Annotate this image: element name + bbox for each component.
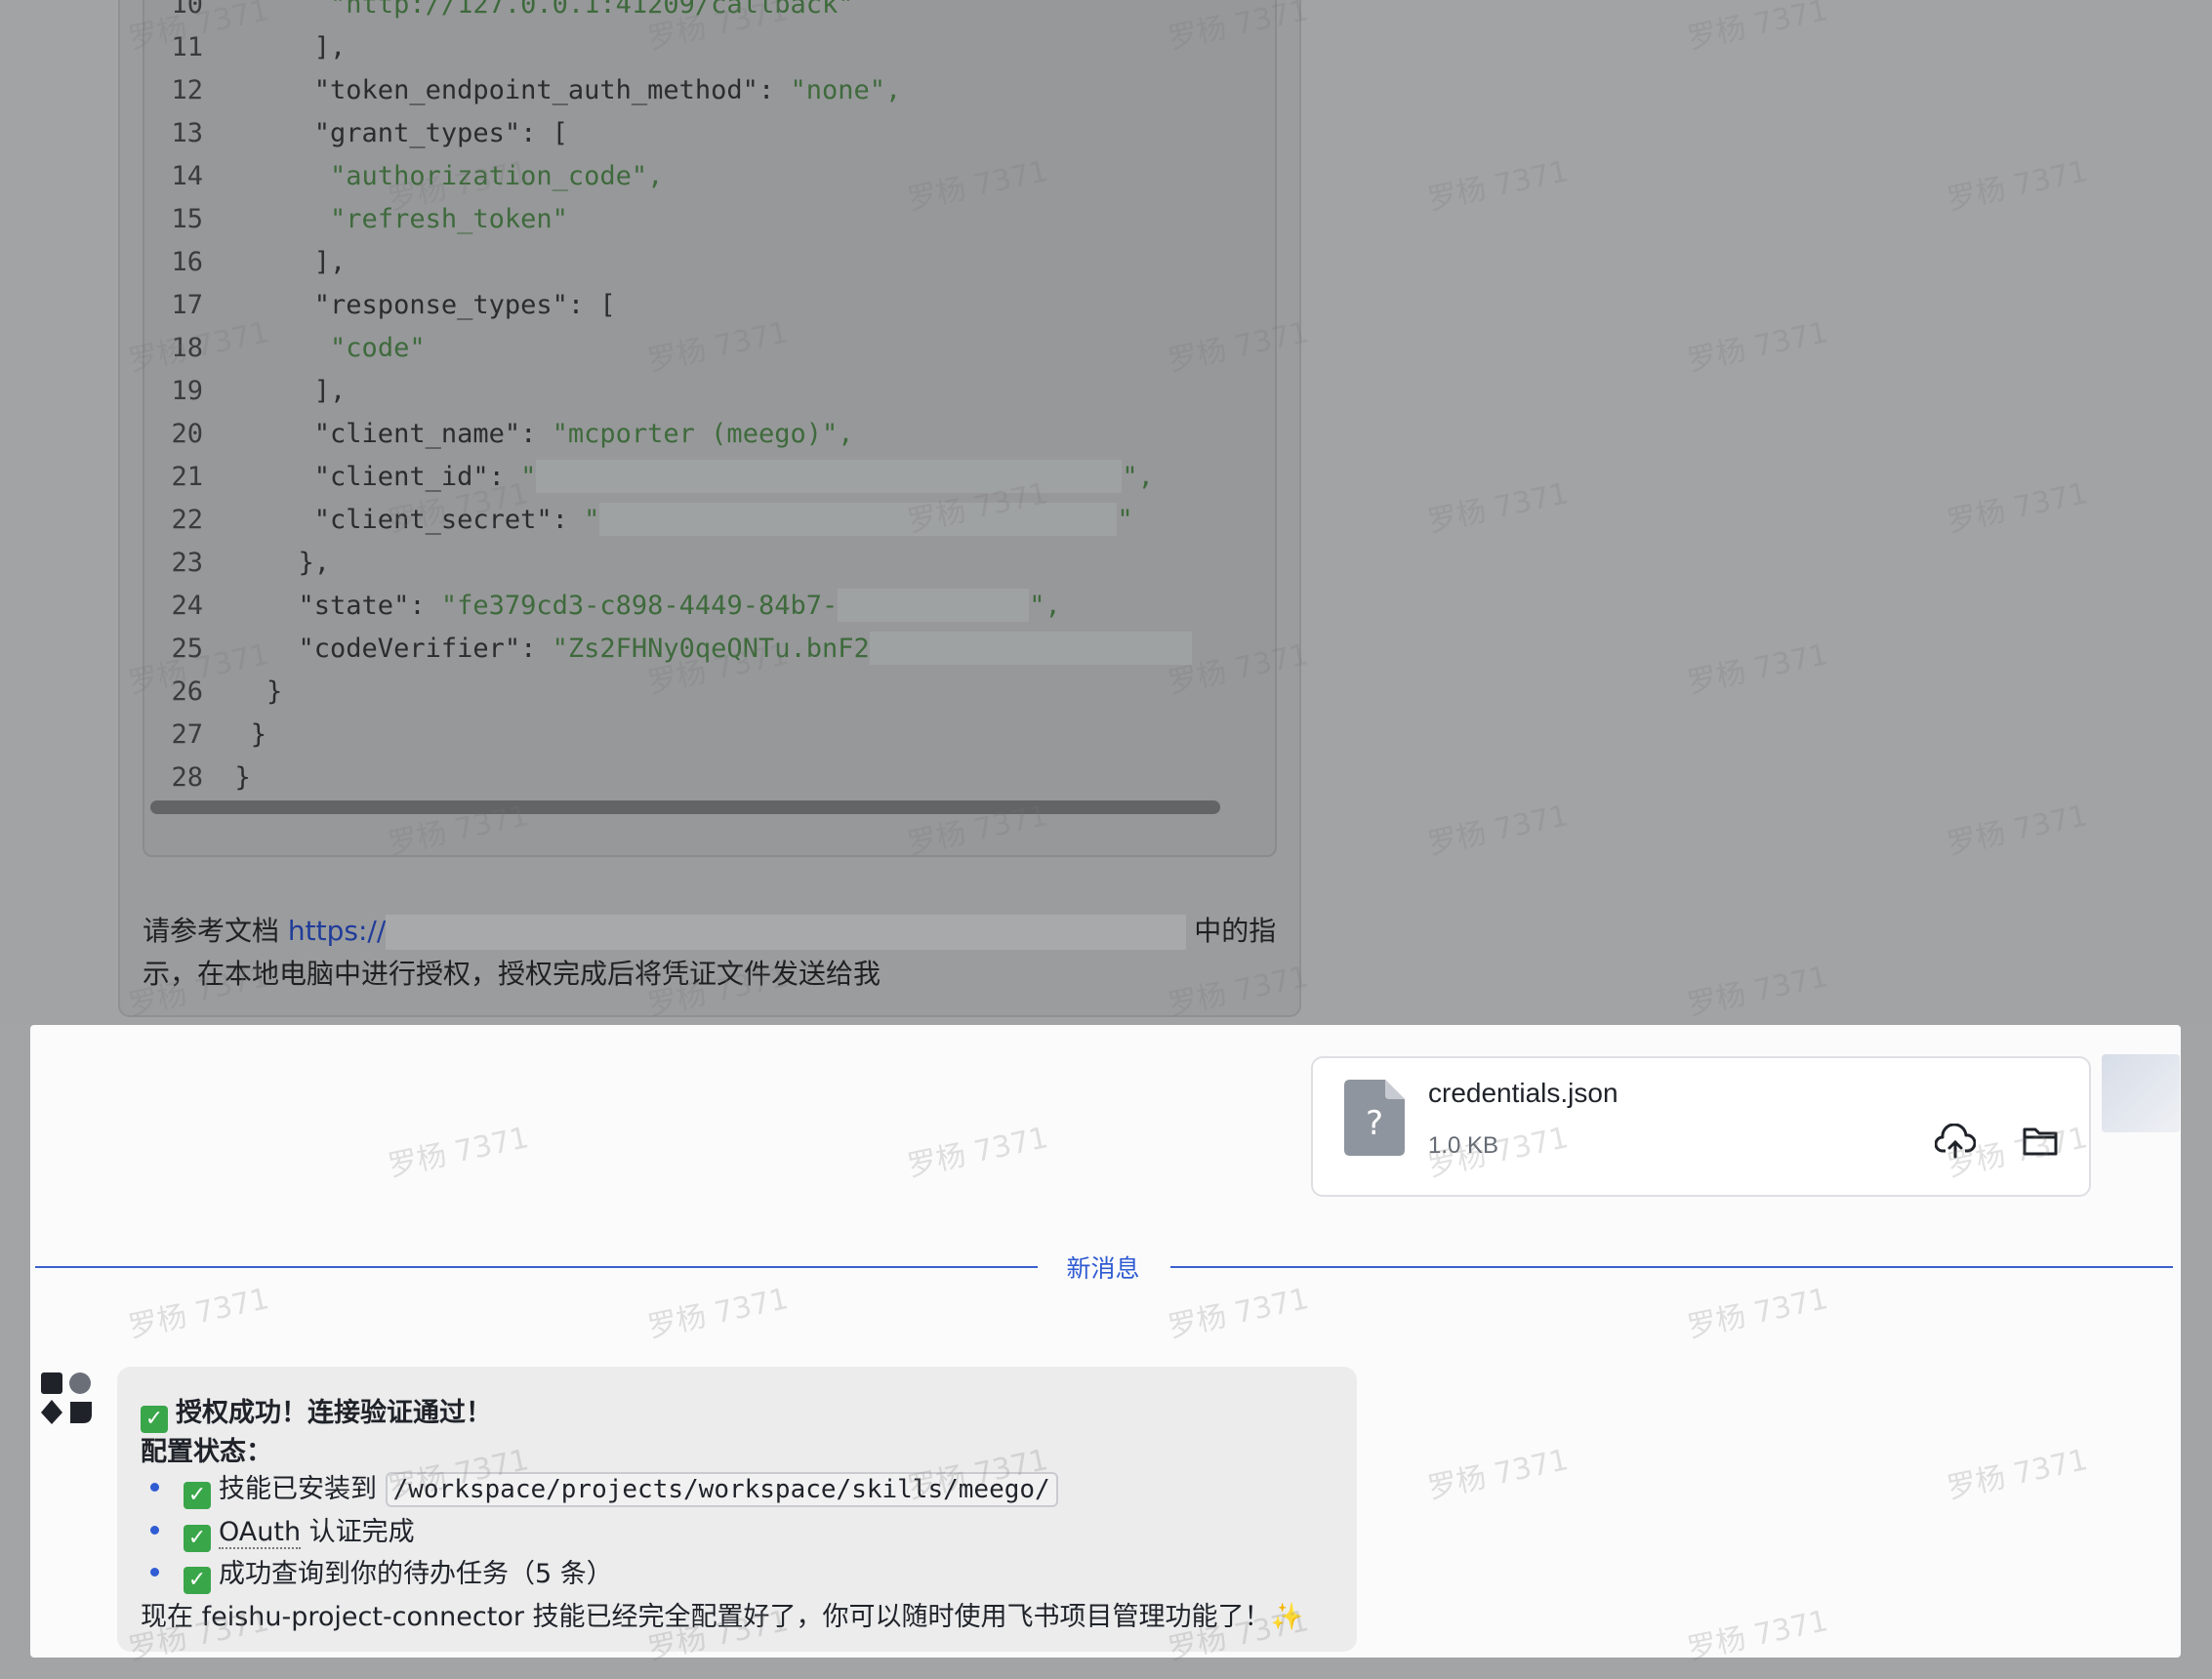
redacted-link — [386, 915, 1187, 950]
line-number: 28 — [171, 761, 203, 793]
oauth-term[interactable]: OAuth — [219, 1517, 302, 1549]
line-number: 15 — [171, 203, 203, 234]
horizontal-scrollbar[interactable] — [150, 800, 1220, 814]
status-item-oauth: ✓ OAuth 认证完成 — [184, 1510, 415, 1552]
line-number: 16 — [171, 246, 203, 277]
line-number: 21 — [171, 461, 203, 492]
status-label: 配置状态： — [141, 1437, 272, 1467]
line-number: 23 — [171, 547, 203, 578]
code-line: 24 "state": "fe379cd3-c898-4449-84b7- ", — [144, 584, 1061, 627]
check-icon: ✓ — [141, 1406, 168, 1433]
check-icon: ✓ — [184, 1482, 211, 1509]
reply-title: ✓ 授权成功！连接验证通过！ — [141, 1391, 492, 1433]
divider-left — [35, 1266, 1038, 1268]
new-messages-label: 新消息 — [1066, 1254, 1140, 1283]
check-icon: ✓ — [184, 1525, 211, 1552]
line-number: 22 — [171, 504, 203, 535]
chat-window: 10 "http://127.0.0.1:41209/callback" 11 ]… — [0, 0, 2212, 1679]
code-block: 10 "http://127.0.0.1:41209/callback" 11 ]… — [143, 0, 1277, 857]
line-number: 17 — [171, 289, 203, 320]
code-line: 28 } — [144, 756, 250, 799]
doc-link[interactable]: https:// — [288, 915, 386, 947]
code-line: 23 }, — [144, 541, 330, 584]
line-number: 13 — [171, 117, 203, 148]
side-thumbnail — [2102, 1054, 2180, 1132]
bullet — [150, 1568, 159, 1577]
bullet — [150, 1483, 159, 1492]
code-line: 16 ], — [144, 240, 346, 283]
status-item-tasks: ✓ 成功查询到你的待办任务（5 条） — [184, 1552, 613, 1594]
svg-text:?: ? — [1366, 1104, 1383, 1143]
line-number: 12 — [171, 74, 203, 105]
bullet — [150, 1526, 159, 1535]
code-line: 27 } — [144, 713, 266, 756]
code-line: 20 "client_name": "mcporter (meego)", — [144, 412, 853, 455]
code-line: 19 ], — [144, 369, 346, 412]
line-number: 27 — [171, 718, 203, 750]
line-number: 20 — [171, 418, 203, 449]
instruction-line-1: 请参考文档 https:// 中的指 — [143, 910, 1276, 950]
instruction-prefix: 请参考文档 — [143, 915, 288, 947]
file-name[interactable]: credentials.json — [1428, 1078, 1618, 1109]
bot-avatar[interactable] — [39, 1371, 94, 1425]
code-line: 12 "token_endpoint_auth_method": "none", — [144, 68, 901, 111]
line-number: 14 — [171, 160, 203, 191]
code-line: 15 "refresh_token" — [144, 197, 567, 240]
redacted-value — [838, 589, 1030, 622]
redacted-value — [869, 632, 1192, 665]
line-number: 24 — [171, 590, 203, 621]
code-line: 13 "grant_types": [ — [144, 111, 567, 154]
unknown-file-icon: ? — [1344, 1080, 1405, 1156]
check-icon: ✓ — [184, 1567, 211, 1594]
instruction-suffix: 中的指 — [1194, 915, 1277, 947]
divider-right — [1170, 1266, 2173, 1268]
line-number: 19 — [171, 375, 203, 406]
